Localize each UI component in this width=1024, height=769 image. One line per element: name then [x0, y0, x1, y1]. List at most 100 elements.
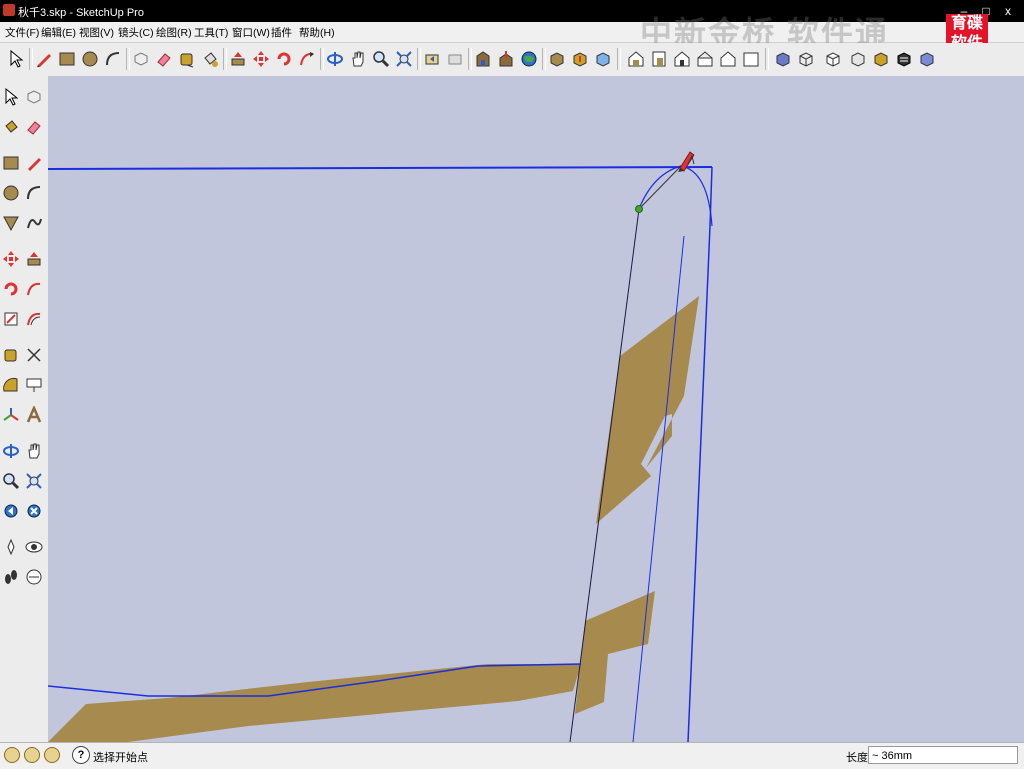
text-icon[interactable]	[23, 373, 45, 397]
shaded-blue-style-icon[interactable]	[916, 47, 938, 71]
component-get-icon[interactable]	[546, 47, 568, 71]
tape-measure-icon[interactable]	[176, 47, 198, 71]
zoom-extents-icon[interactable]	[23, 499, 45, 523]
follow-me-icon[interactable]	[23, 277, 45, 301]
zoom-icon[interactable]	[370, 47, 392, 71]
zoom-icon[interactable]	[0, 469, 22, 493]
google-earth-icon[interactable]	[518, 47, 540, 71]
main-toolbar	[0, 43, 1024, 77]
look-around-icon[interactable]	[23, 535, 45, 559]
share-model-icon[interactable]	[495, 47, 517, 71]
paint-bucket-icon[interactable]	[199, 47, 221, 71]
menu-plugins[interactable]: 插件	[271, 25, 292, 40]
axes-icon[interactable]	[0, 403, 22, 427]
iso-view-icon[interactable]	[625, 47, 647, 71]
shaded-style-icon[interactable]	[847, 47, 869, 71]
position-camera-icon[interactable]	[0, 535, 22, 559]
line-icon[interactable]	[23, 151, 45, 175]
select-icon[interactable]	[5, 47, 27, 71]
rectangle-icon[interactable]	[0, 151, 22, 175]
3d-text-icon[interactable]	[23, 403, 45, 427]
swing-post-face-upper	[596, 296, 699, 524]
sketchup-app-icon	[3, 4, 15, 16]
protractor-icon[interactable]	[0, 373, 22, 397]
pan-icon[interactable]	[347, 47, 369, 71]
warehouse-icon[interactable]	[472, 47, 494, 71]
orbit-icon[interactable]	[0, 439, 22, 463]
menu-camera[interactable]: 镜头(C)	[118, 25, 154, 40]
front-view-icon[interactable]	[671, 47, 693, 71]
arc-icon[interactable]	[23, 181, 45, 205]
previous-view-icon[interactable]	[421, 47, 443, 71]
rectangle-icon[interactable]	[56, 47, 78, 71]
pencil-cursor-icon	[678, 151, 695, 172]
rotate-icon[interactable]	[0, 277, 22, 301]
freehand-icon[interactable]	[23, 211, 45, 235]
shaded-texture-style-icon[interactable]	[870, 47, 892, 71]
paint-bucket-icon[interactable]	[0, 115, 22, 139]
right-view-icon[interactable]	[694, 47, 716, 71]
zoom-extents-icon[interactable]	[393, 47, 415, 71]
move-icon[interactable]	[0, 247, 22, 271]
menu-view[interactable]: 视图(V)	[79, 25, 114, 40]
left-view-icon[interactable]	[740, 47, 762, 71]
rotate-icon[interactable]	[273, 47, 295, 71]
modeling-viewport[interactable]	[48, 76, 1024, 742]
circle-icon[interactable]	[0, 181, 22, 205]
next-view-icon[interactable]	[444, 47, 466, 71]
arc-icon[interactable]	[102, 47, 124, 71]
menu-help[interactable]: 帮助(H)	[299, 25, 335, 40]
status-message: 选择开始点	[93, 752, 148, 764]
move-icon[interactable]	[250, 47, 272, 71]
toolbar-separator	[617, 48, 621, 70]
tape-measure-icon[interactable]	[0, 343, 22, 367]
xray-style-icon[interactable]	[772, 47, 794, 71]
model-canvas[interactable]	[48, 76, 1024, 742]
offset-icon[interactable]	[23, 307, 45, 331]
geo-location-icon[interactable]	[4, 747, 20, 763]
menu-draw[interactable]: 绘图(R)	[156, 25, 192, 40]
close-button[interactable]: x	[998, 2, 1018, 20]
hidden-line-style-icon[interactable]	[822, 47, 844, 71]
menu-tools[interactable]: 工具(T)	[194, 25, 228, 40]
help-icon[interactable]: ?	[72, 746, 90, 764]
component-share-icon[interactable]	[569, 47, 591, 71]
credits-icon[interactable]	[24, 747, 40, 763]
back-view-icon[interactable]	[717, 47, 739, 71]
post-inner-edge	[632, 235, 685, 742]
push-pull-icon[interactable]	[227, 47, 249, 71]
eraser-icon[interactable]	[23, 115, 45, 139]
push-pull-icon[interactable]	[23, 247, 45, 271]
select-icon[interactable]	[0, 85, 22, 109]
swing-seat-beam-face	[48, 664, 581, 742]
top-beam-edge	[48, 166, 713, 170]
zoom-window-icon[interactable]	[23, 469, 45, 493]
measurements-label: 长度	[846, 752, 868, 764]
post-rounded-corner-edge	[638, 165, 713, 227]
make-component-icon[interactable]	[130, 47, 152, 71]
polygon-icon[interactable]	[0, 211, 22, 235]
large-tool-set	[0, 76, 49, 742]
user-icon[interactable]	[44, 747, 60, 763]
orbit-icon[interactable]	[324, 47, 346, 71]
dimension-icon[interactable]	[23, 343, 45, 367]
previous-icon[interactable]	[0, 499, 22, 523]
monochrome-style-icon[interactable]	[893, 47, 915, 71]
top-view-icon[interactable]	[648, 47, 670, 71]
measurements-input[interactable]: ~ 36mm	[868, 746, 1018, 764]
scale-icon[interactable]	[0, 307, 22, 331]
menu-window[interactable]: 窗口(W)	[232, 25, 270, 40]
section-plane-icon[interactable]	[23, 565, 45, 589]
wireframe-style-icon[interactable]	[795, 47, 817, 71]
circle-icon[interactable]	[79, 47, 101, 71]
logo-line-1: 育碟	[950, 15, 983, 32]
pan-icon[interactable]	[23, 439, 45, 463]
menu-file[interactable]: 文件(F)	[5, 25, 39, 40]
pencil-icon[interactable]	[33, 47, 55, 71]
extension-icon[interactable]	[592, 47, 614, 71]
walk-icon[interactable]	[0, 565, 22, 589]
follow-me-icon[interactable]	[296, 47, 318, 71]
make-component-icon[interactable]	[23, 85, 45, 109]
menu-edit[interactable]: 编辑(E)	[41, 25, 76, 40]
eraser-icon[interactable]	[153, 47, 175, 71]
